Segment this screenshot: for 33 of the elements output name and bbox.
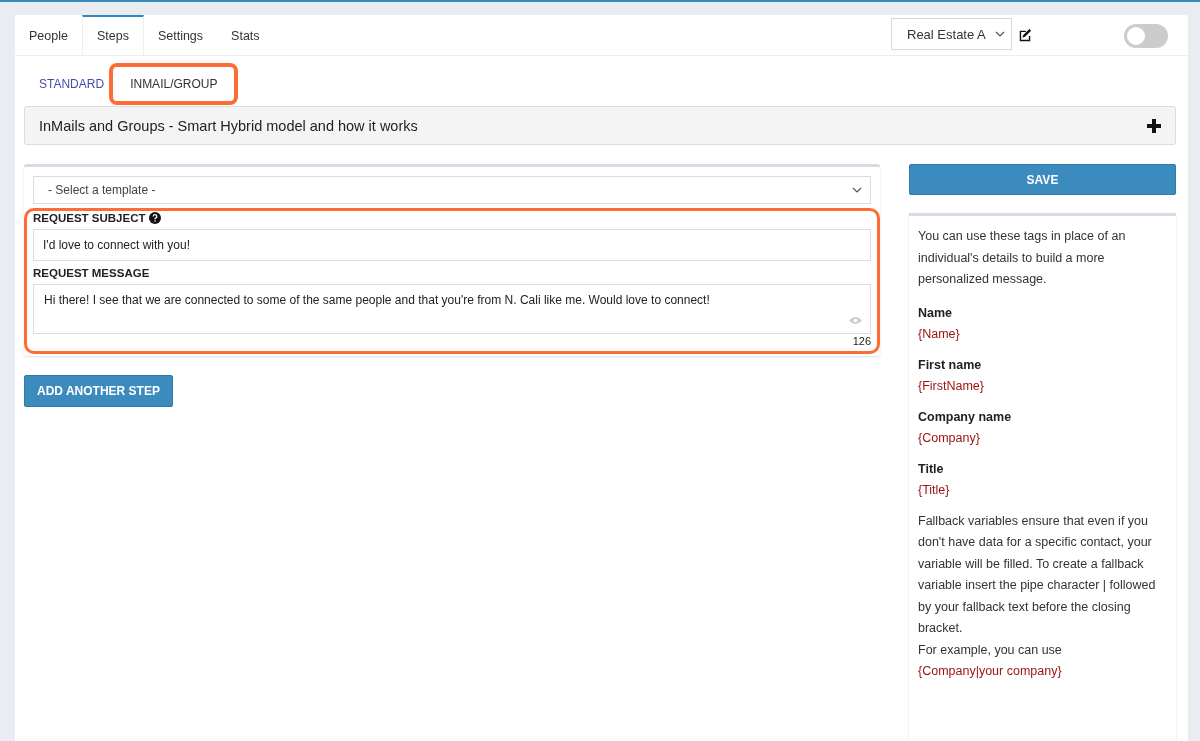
tag-code: {Company} [918,430,981,447]
tag-name: First name [918,356,983,374]
tag-code: {Title} [918,482,951,499]
help-text: You can use these tags in place of an individual's details to build a more personalized message. [918,228,1127,288]
template-select[interactable]: - Select a template - [33,176,871,204]
tag-name: Name [918,304,954,322]
tag-code: {Company|your company} [918,663,1063,680]
help-text: For example, you can use [918,641,1063,659]
help-icon[interactable] [149,212,162,224]
field-label: REQUEST SUBJECT [33,212,146,224]
tag-name: Company name [918,408,1013,426]
message-field[interactable]: Hi there! I see that we are connected to some of the same people and that you're from N. Cali like me. Would love to connect! [33,284,871,334]
subject-field[interactable]: I'd love to connect with you! [33,229,871,261]
campaign-select[interactable]: Real Estate A [891,18,1012,50]
tag-name: Title [918,460,945,478]
tab[interactable]: Stats [217,15,274,55]
tab[interactable]: People [15,15,82,55]
character-count: 126 [852,335,871,347]
caret-icon [852,187,862,193]
tag-code: {FirstName} [918,378,985,395]
accordion-header[interactable]: InMails and Groups - Smart Hybrid model and how it works [24,106,1176,145]
plus-icon[interactable] [1147,118,1161,133]
tag-code: {Name} [918,326,961,343]
tab[interactable]: Steps [81,15,144,55]
tab[interactable]: Settings [143,15,218,55]
edit-icon[interactable] [1018,28,1032,42]
toggle-switch[interactable] [1124,24,1168,48]
caret-icon [995,31,1005,37]
accordion-title: InMails and Groups - Smart Hybrid model and how it works [39,117,418,134]
add-step-button[interactable]: ADD ANOTHER STEP [24,375,173,407]
help-text: Fallback variables ensure that even if you don't have data for a specific contact, your variable will be filled. To create a fallback variable insert the pipe character | followed by your fallback text before the closing bracket. [918,512,1157,637]
save-button[interactable]: SAVE [909,164,1176,195]
field-label: REQUEST MESSAGE [33,267,150,279]
